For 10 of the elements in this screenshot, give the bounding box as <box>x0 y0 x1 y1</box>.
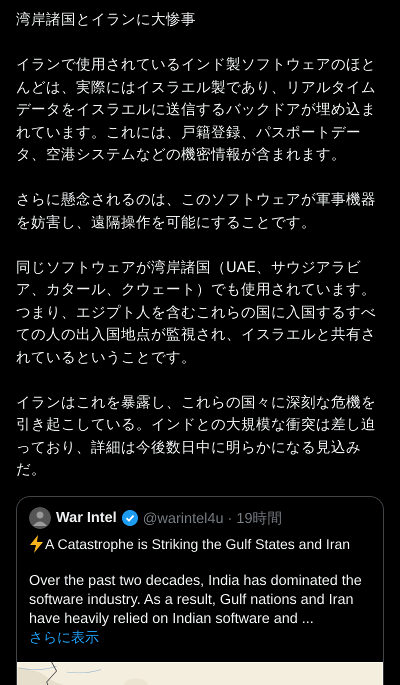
post-paragraph: イランで使用されているインド製ソフトウェアのほとんどは、実際にはイスラエル製であり、リアルタイムデータをイスラエルに送信するバックドアが埋め込まれています。これには、戸籍登録、パスポートデータ、空港システムなどの機密情報が含まれます。 <box>16 55 377 165</box>
post-paragraph: さらに懸念されるのは、このソフトウェアが軍事機器を妨害し、遠隔操作を可能にすることです。 <box>16 190 377 232</box>
quote-headline: A Catastrophe is Striking the Gulf States and Iran <box>45 536 350 552</box>
handle-and-time: @warintel4u · 19時間 <box>142 510 283 528</box>
show-more-link[interactable]: さらに表示 <box>29 629 371 648</box>
quote-body: Over the past two decades, India has dominated the software industry. As a result, Gulf nations and Iran have heavily relied on Indian software and ... <box>29 572 363 629</box>
post-paragraph: イランはこれを暴露し、これらの国々に深刻な危機を引き起こしている。インドとの大規模な衝突は差し迫っており、詳細は今後数日中に明らかになる見込みだ。 <box>16 392 377 480</box>
post-paragraph: 同じソフトウェアが湾岸諸国（UAE、サウジアラビア、カタール、クウェート）でも使用されています。つまり、エジプト人を含むこれらの国に入国するすべての人の出入国地点が監視され、イスラエルと共有されているということです。 <box>16 258 377 368</box>
author-name[interactable]: War Intel <box>56 510 117 526</box>
post-title: 湾岸諸国とイランに大惨事 <box>16 10 197 30</box>
